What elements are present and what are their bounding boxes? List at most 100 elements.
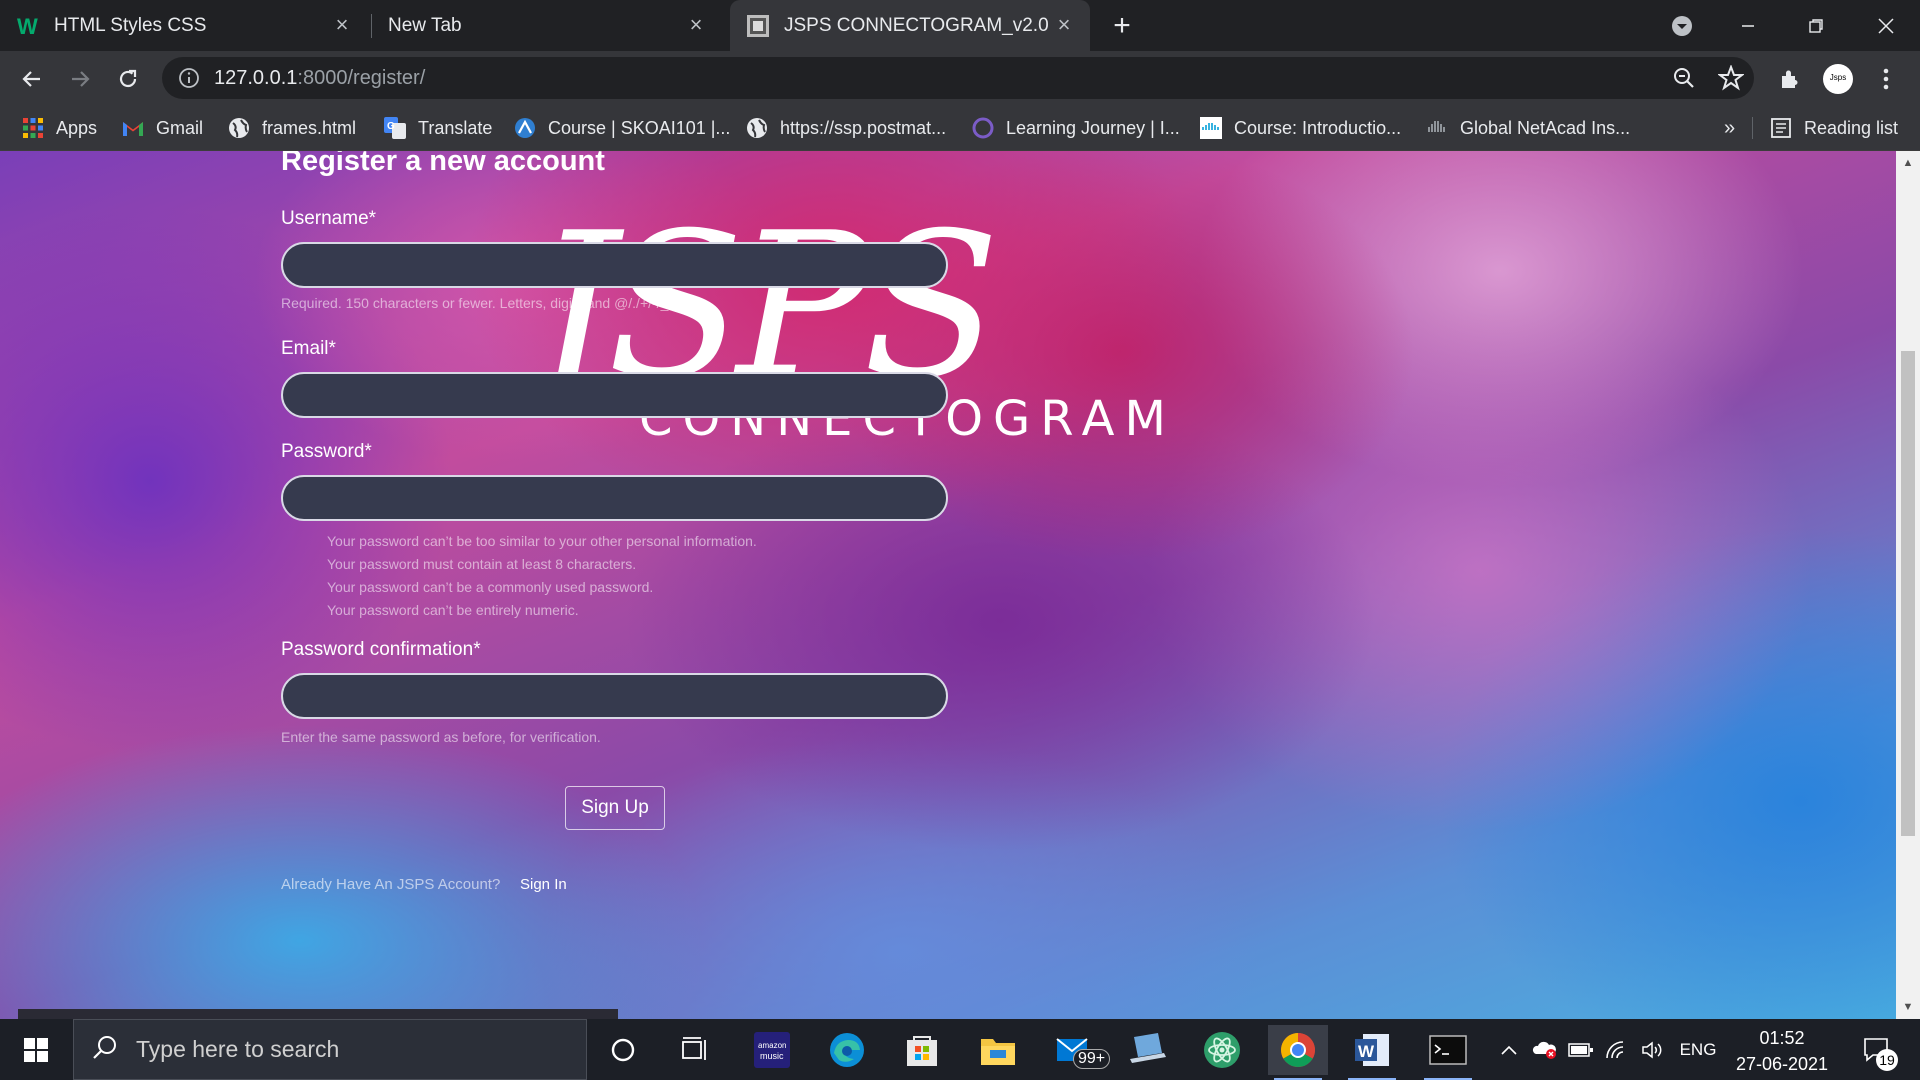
- word-icon[interactable]: W: [1342, 1025, 1402, 1080]
- password-confirmation-label: Password confirmation*: [281, 639, 481, 660]
- svg-text:G: G: [387, 121, 395, 132]
- profile-avatar[interactable]: Jsps: [1822, 63, 1854, 95]
- task-view-button[interactable]: [665, 1025, 725, 1075]
- cortana-button[interactable]: [593, 1025, 653, 1075]
- email-label: Email*: [281, 338, 336, 359]
- bookmark-translate[interactable]: G Translate: [384, 113, 492, 143]
- tab-search-button[interactable]: [1648, 0, 1716, 51]
- username-input[interactable]: [281, 242, 948, 288]
- notification-center-button[interactable]: 19: [1852, 1019, 1902, 1080]
- clock-date: 27-06-2021: [1735, 1054, 1829, 1074]
- jsps-favicon-icon: [746, 14, 770, 38]
- scroll-up-icon[interactable]: ▲: [1902, 157, 1914, 169]
- tab-html-styles[interactable]: W HTML Styles CSS ×: [16, 0, 368, 51]
- bookmark-frames[interactable]: frames.html: [228, 113, 356, 143]
- info-icon[interactable]: [178, 67, 200, 94]
- page-viewport: JSPS CONNECTOGRAM Register a new account…: [0, 151, 1920, 1019]
- windows-taskbar: Type here to search amazon music 99+ W E…: [0, 1019, 1920, 1080]
- taskbar-search-box[interactable]: Type here to search: [73, 1019, 587, 1080]
- terminal-icon[interactable]: [1418, 1025, 1478, 1080]
- bookmark-label: Course | SKOAI101 |...: [548, 117, 731, 138]
- volume-icon[interactable]: [1638, 1019, 1668, 1080]
- tab-jsps-connectogram[interactable]: JSPS CONNECTOGRAM_v2.0 ×: [730, 0, 1090, 51]
- username-label: Username*: [281, 208, 377, 229]
- bookmark-label: Global NetAcad Ins...: [1460, 117, 1631, 138]
- close-tab-icon[interactable]: ×: [330, 12, 354, 37]
- bookmark-gmail[interactable]: Gmail: [122, 113, 203, 143]
- search-icon: [92, 1034, 118, 1065]
- tab-title: HTML Styles CSS: [54, 14, 207, 36]
- url-path: :8000/register/: [297, 67, 426, 89]
- bookmark-label: https://ssp.postmat...: [780, 117, 947, 138]
- gmail-icon: [122, 117, 144, 139]
- reload-button[interactable]: [112, 63, 144, 95]
- profile-label: Jsps: [1829, 73, 1847, 82]
- bookmark-ssp-postmat[interactable]: https://ssp.postmat...: [746, 113, 946, 143]
- reading-list-button[interactable]: Reading list: [1770, 113, 1898, 143]
- forward-button[interactable]: [64, 63, 96, 95]
- bookmark-learning-journey[interactable]: Learning Journey | I...: [972, 113, 1180, 143]
- tab-new-tab[interactable]: New Tab ×: [372, 0, 722, 51]
- password-input[interactable]: [281, 475, 948, 521]
- microsoft-store-icon[interactable]: [892, 1025, 952, 1075]
- chrome-icon[interactable]: [1268, 1025, 1328, 1080]
- url-host: 127.0.0.1: [214, 67, 298, 89]
- edge-browser-icon[interactable]: [817, 1025, 877, 1075]
- bottom-strip: [18, 1009, 618, 1019]
- bookmark-label: Gmail: [156, 117, 204, 138]
- svg-text:W: W: [1358, 1042, 1375, 1061]
- tab-title: JSPS CONNECTOGRAM_v2.0: [784, 14, 1049, 36]
- scroll-down-icon[interactable]: ▼: [1902, 1001, 1914, 1013]
- globe-icon: [746, 117, 768, 139]
- translate-icon: G: [384, 117, 406, 139]
- password-rule: Your password can’t be too similar to yo…: [327, 533, 757, 549]
- scrollbar-thumb[interactable]: [1901, 351, 1915, 836]
- address-bar[interactable]: 127.0.0.1:8000/register/: [162, 57, 1754, 99]
- extensions-icon[interactable]: [1774, 63, 1806, 95]
- input-language-indicator[interactable]: ENG: [1674, 1019, 1722, 1080]
- back-button[interactable]: [16, 63, 48, 95]
- bookmark-course-skoai[interactable]: Course | SKOAI101 |...: [514, 113, 730, 143]
- username-help: Required. 150 characters or fewer. Lette…: [281, 295, 701, 311]
- wifi-icon[interactable]: [1602, 1019, 1632, 1080]
- apps-grid-icon: [22, 117, 44, 139]
- file-explorer-icon[interactable]: [968, 1025, 1028, 1075]
- bookmark-course-intro[interactable]: Course: Introductio...: [1200, 113, 1401, 143]
- page-title: Register a new account: [281, 151, 605, 177]
- new-tab-button[interactable]: +: [1106, 9, 1138, 42]
- amazon-music-icon[interactable]: amazon music: [742, 1025, 802, 1075]
- laptop-app-icon[interactable]: [1118, 1025, 1178, 1075]
- close-window-button[interactable]: [1852, 0, 1920, 51]
- show-hidden-icons-button[interactable]: [1494, 1019, 1524, 1080]
- zoom-icon[interactable]: [1672, 66, 1696, 95]
- password-confirmation-input[interactable]: [281, 673, 948, 719]
- password-rule: Your password can’t be a commonly used p…: [327, 579, 654, 595]
- bookmarks-bar: Apps Gmail frames.html G Translate Cours…: [0, 105, 1920, 151]
- close-tab-icon[interactable]: ×: [684, 12, 708, 37]
- start-button[interactable]: [6, 1025, 66, 1075]
- cisco-icon: [1200, 117, 1222, 139]
- bookmark-global-netacad[interactable]: Global NetAcad Ins...: [1426, 113, 1630, 143]
- bookmark-apps[interactable]: Apps: [22, 113, 97, 143]
- restore-button[interactable]: [1782, 0, 1850, 51]
- mail-icon[interactable]: 99+: [1045, 1025, 1111, 1075]
- system-clock[interactable]: 01:52 27-06-2021: [1722, 1025, 1842, 1077]
- page-scrollbar[interactable]: ▲ ▼: [1896, 151, 1920, 1019]
- reading-list-label: Reading list: [1804, 117, 1899, 138]
- svg-text:W: W: [17, 15, 38, 37]
- onedrive-error-icon[interactable]: [1530, 1019, 1560, 1080]
- minimize-button[interactable]: [1714, 0, 1782, 51]
- sign-up-button[interactable]: Sign Up: [565, 786, 665, 830]
- battery-icon[interactable]: [1566, 1019, 1596, 1080]
- atom-editor-icon[interactable]: [1192, 1025, 1252, 1075]
- sign-in-link[interactable]: Sign In: [520, 876, 567, 893]
- tab-title: New Tab: [388, 14, 462, 36]
- bookmark-star-icon[interactable]: [1717, 64, 1745, 96]
- close-tab-icon[interactable]: ×: [1052, 12, 1076, 37]
- tab-strip: W HTML Styles CSS × New Tab × JSPS CONNE…: [0, 0, 1920, 51]
- svg-text:music: music: [760, 1051, 784, 1061]
- menu-kebab-icon[interactable]: [1870, 63, 1902, 95]
- search-placeholder: Type here to search: [136, 1036, 340, 1062]
- bookmarks-overflow-button[interactable]: »: [1724, 113, 1735, 143]
- email-input[interactable]: [281, 372, 948, 418]
